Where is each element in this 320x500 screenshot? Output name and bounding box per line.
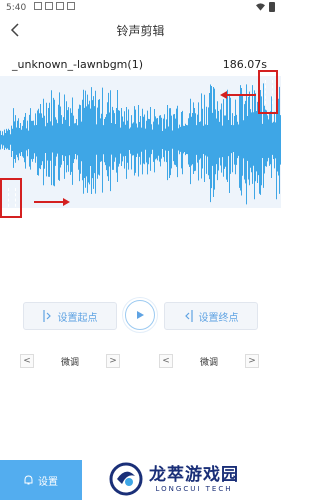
sim-icon [45,2,53,10]
start-fine-tune: < 微调 > [20,353,120,369]
grid-icon [34,2,42,10]
set-start-label: 设置起点 [57,312,98,324]
end-marker-arrow [220,91,256,99]
set-end-icon [184,310,193,322]
end-fine-next-button[interactable]: > [245,354,259,368]
watermark-sub: LONGCUI TECH [155,485,233,493]
set-start-icon [42,310,51,322]
set-start-button[interactable]: 设置起点 [23,302,117,330]
watermark-text: 龙萃游戏园 LONGCUI TECH [149,465,239,493]
set-end-label: 设置终点 [198,312,239,324]
end-fine-tune: < 微调 > [159,353,259,369]
start-marker-handle[interactable] [8,188,16,212]
settings-label: 设置 [38,476,58,488]
play-icon [137,311,144,319]
status-right [256,2,275,12]
bell-icon [24,475,33,485]
notification-icon [67,2,75,10]
status-time: 5:40 [6,3,27,13]
status-bar: 5:40 [0,0,281,16]
end-fine-label: 微调 [199,357,218,368]
wifi-icon [256,3,265,11]
settings-button[interactable]: 设置 [0,460,82,500]
notification-icons [34,2,75,10]
play-button[interactable] [122,297,158,333]
start-fine-label: 微调 [60,357,79,368]
end-fine-prev-button[interactable]: < [159,354,173,368]
bottom-bar: 设置 龙萃游戏园 LONGCUI TECH [0,460,281,500]
battery-icon [269,2,275,12]
header: 铃声剪辑 [0,16,281,44]
start-marker-highlight [0,178,22,218]
end-marker-handle[interactable] [265,80,273,104]
watermark-main: 龙萃游戏园 [149,465,239,485]
app-icon [56,2,64,10]
waveform-bars [0,83,281,205]
end-marker-highlight [258,70,278,114]
file-name: _unknown_-lawnbgm(1) [12,58,143,71]
start-fine-prev-button[interactable]: < [20,354,34,368]
start-marker-arrow [34,198,70,206]
page-title: 铃声剪辑 [116,24,165,38]
set-end-button[interactable]: 设置终点 [164,302,258,330]
start-fine-next-button[interactable]: > [106,354,120,368]
watermark: 龙萃游戏园 LONGCUI TECH [107,460,239,498]
longcui-logo [109,462,143,496]
